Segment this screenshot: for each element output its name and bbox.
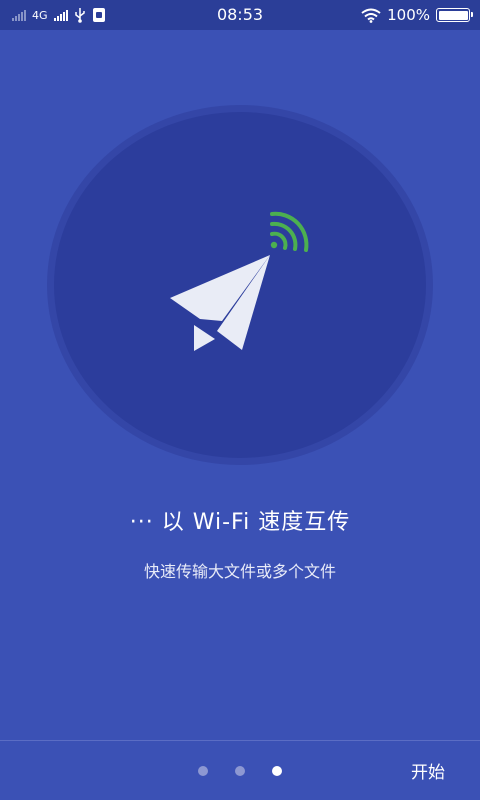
intro-title: ··· 以 Wi-Fi 速度互传 — [129, 510, 351, 535]
status-right-group: 100% — [361, 6, 473, 24]
wifi-icon — [361, 8, 381, 23]
battery-percent: 100% — [387, 6, 430, 24]
status-bar: 4G 08:53 100% — [0, 0, 480, 30]
battery-fill — [438, 10, 468, 20]
paper-plane-wifi-icon — [170, 211, 309, 351]
page-dot-1[interactable] — [198, 766, 208, 776]
start-button[interactable]: 开始 — [411, 758, 445, 783]
page-indicator — [0, 765, 480, 777]
page-dot-2[interactable] — [235, 766, 245, 776]
battery-icon — [436, 8, 473, 22]
footer-divider — [0, 740, 480, 741]
intro-subtitle: 快速传输大文件或多个文件 — [143, 562, 336, 581]
page-dot-3[interactable] — [272, 766, 282, 776]
